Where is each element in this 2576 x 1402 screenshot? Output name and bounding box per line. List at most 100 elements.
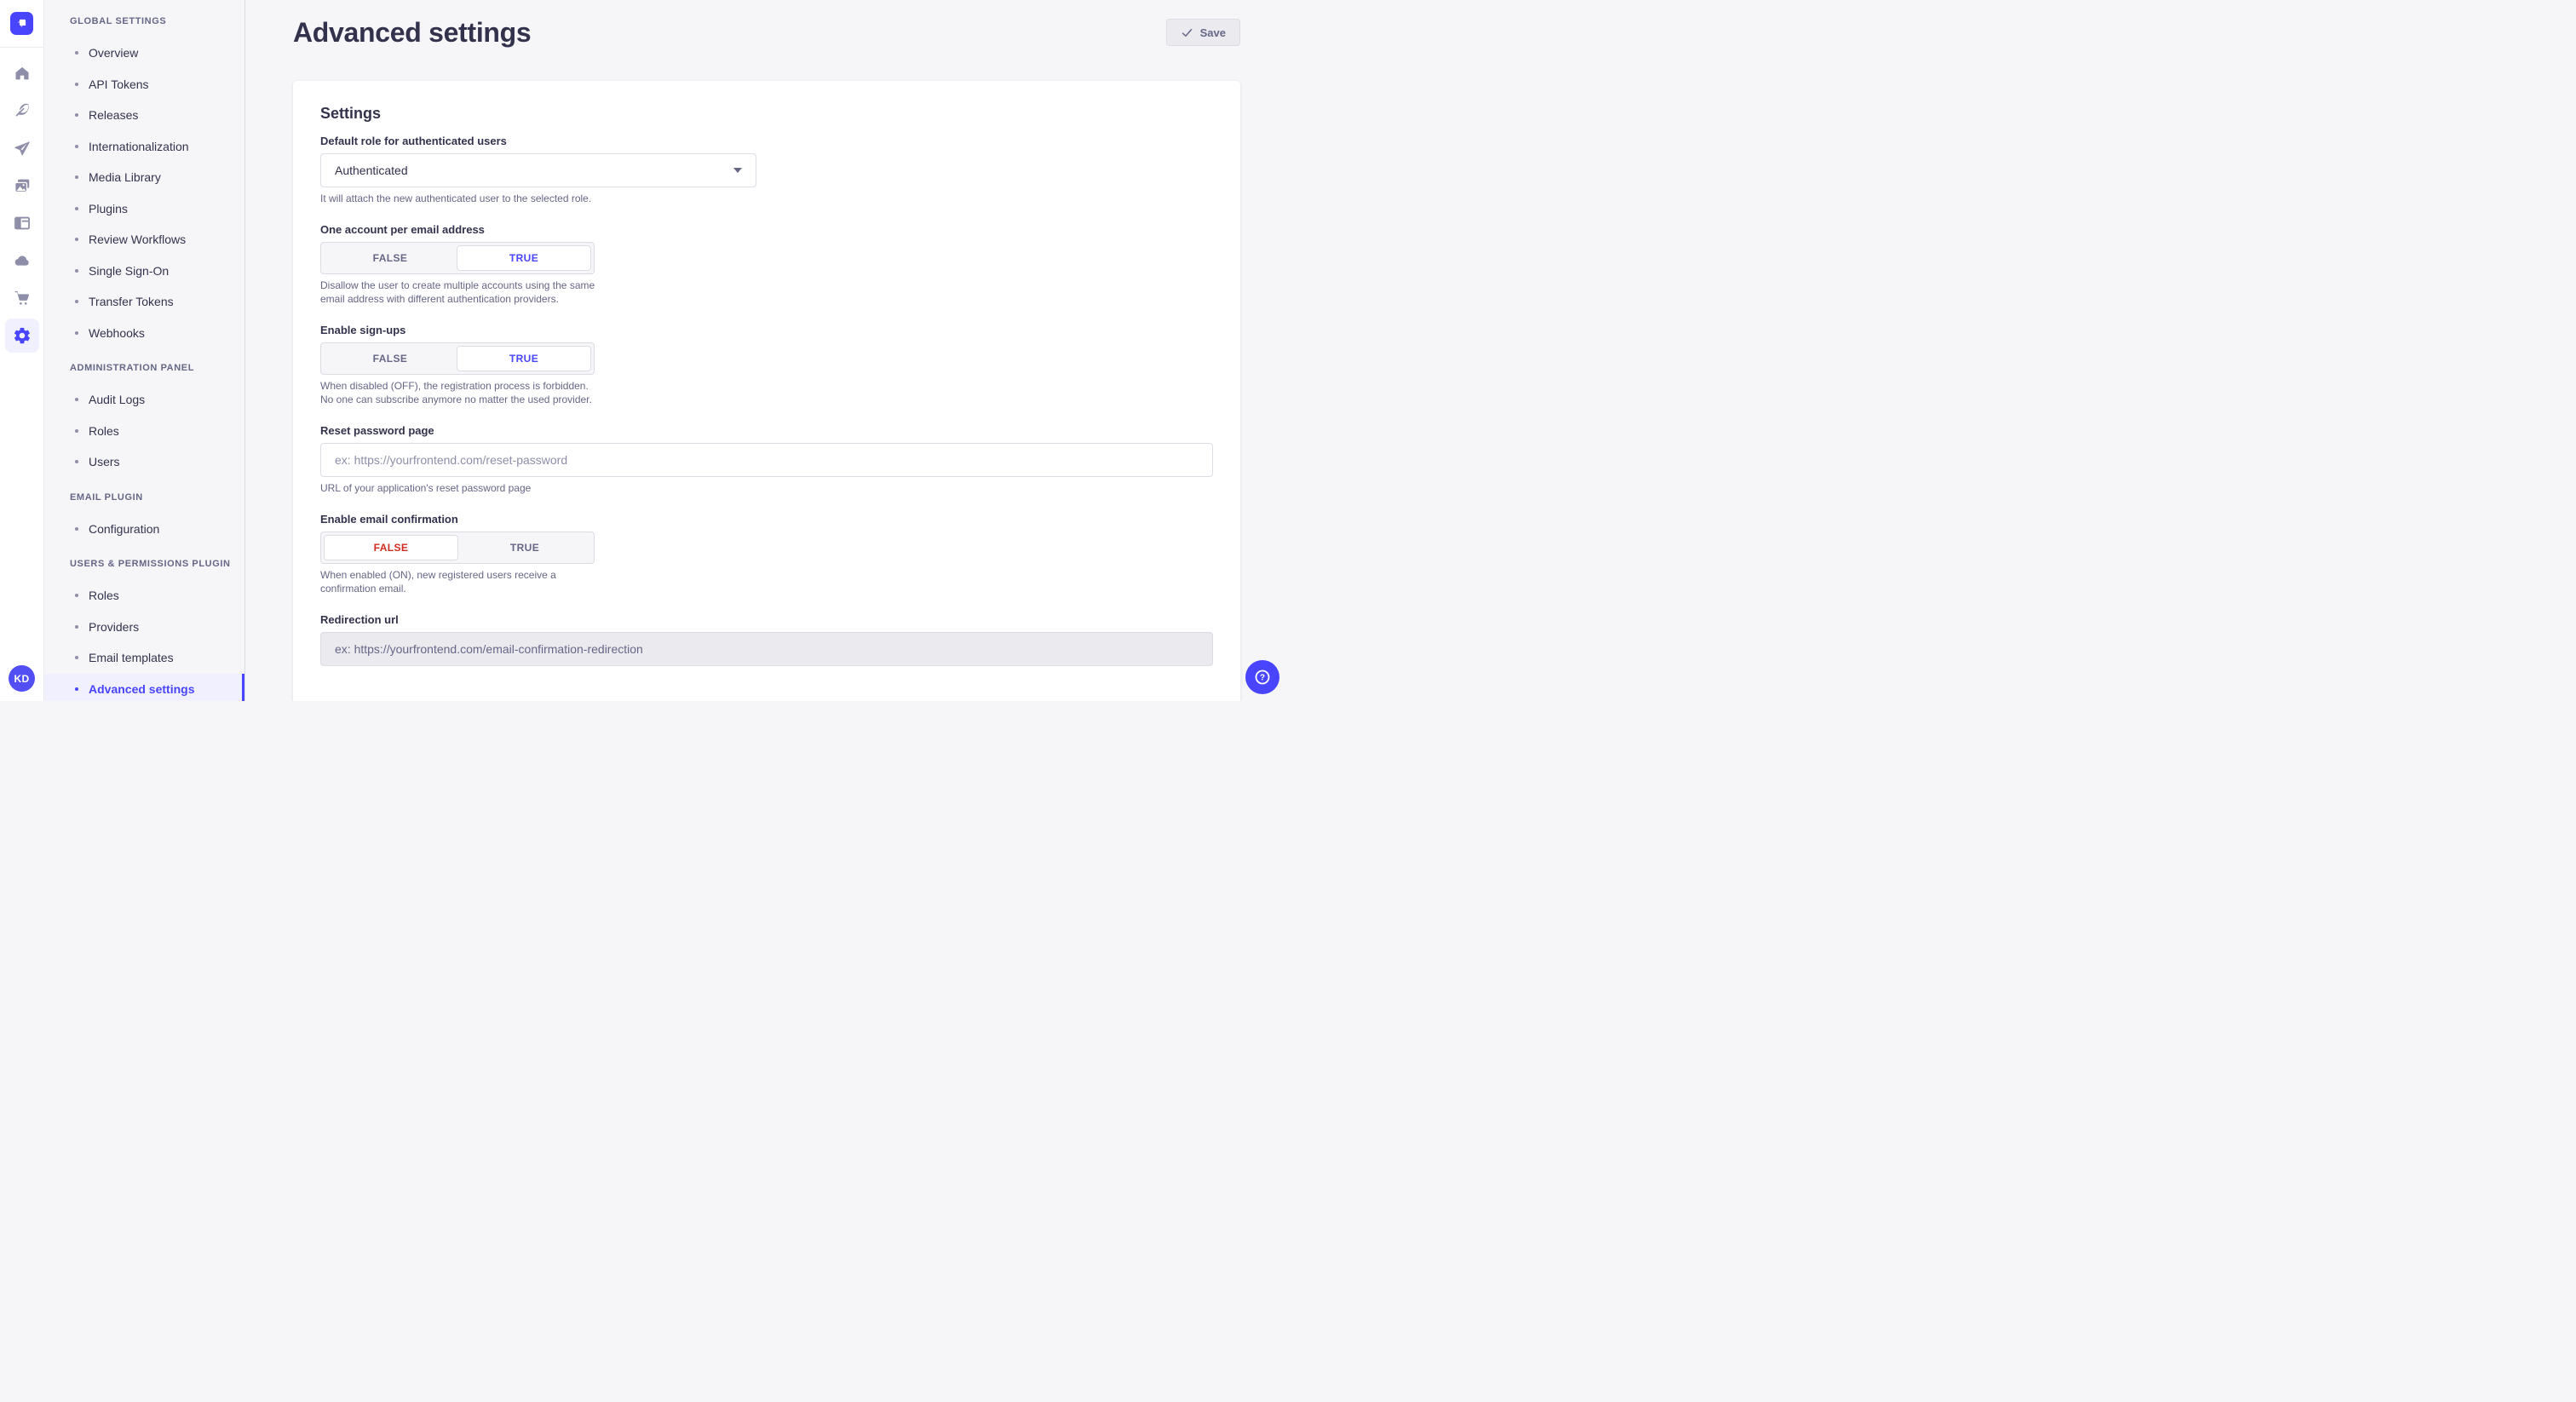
user-avatar[interactable]: KD — [9, 665, 35, 692]
sidebar-item-configuration[interactable]: Configuration — [44, 514, 244, 545]
field-redirection-url: Redirection url — [320, 613, 1213, 666]
default-role-select[interactable]: Authenticated — [320, 153, 756, 187]
settings-heading: Settings — [320, 105, 1213, 123]
rail-icon-list — [0, 48, 43, 353]
bullet-icon — [75, 460, 78, 463]
save-button-label: Save — [1200, 26, 1226, 39]
sidebar-item-label: Review Workflows — [89, 233, 186, 246]
sidebar-item-label: Email templates — [89, 651, 174, 664]
sidebar-item-label: Users — [89, 455, 120, 468]
sidebar-item-releases[interactable]: Releases — [44, 100, 244, 131]
sidebar-item-label: API Tokens — [89, 78, 149, 91]
home-icon[interactable] — [5, 56, 39, 90]
sidebar-item-label: Plugins — [89, 202, 128, 215]
chevron-down-icon — [733, 168, 742, 173]
bullet-icon — [75, 238, 78, 241]
save-button[interactable]: Save — [1166, 19, 1240, 46]
sidebar-section: USERS & PERMISSIONS PLUGINRolesProviders… — [44, 554, 244, 701]
sidebar-item-label: Configuration — [89, 522, 159, 536]
sidebar-item-roles[interactable]: Roles — [44, 580, 244, 612]
check-icon — [1181, 26, 1193, 39]
field-one-account: One account per email address FALSE TRUE… — [320, 223, 1213, 306]
sidebar-section-label: ADMINISTRATION PANEL — [44, 359, 244, 377]
sidebar-item-label: Webhooks — [89, 326, 145, 340]
bullet-icon — [75, 207, 78, 210]
settings-sidebar: GLOBAL SETTINGS Overview API Tokens Release… — [44, 0, 245, 701]
sidebar-item-users[interactable]: Users — [44, 446, 244, 478]
default-role-value: Authenticated — [335, 164, 408, 177]
sidebar-item-label: Advanced settings — [89, 682, 194, 696]
sidebar-item-label: Providers — [89, 620, 139, 634]
svg-text:?: ? — [1260, 674, 1265, 683]
one-account-helper: Disallow the user to create multiple acc… — [320, 279, 603, 306]
reset-password-helper: URL of your application's reset password… — [320, 481, 1213, 495]
email-confirmation-true-option[interactable]: TRUE — [458, 535, 591, 560]
strapi-flag-icon — [14, 16, 29, 31]
bullet-icon — [75, 269, 78, 273]
feather-icon[interactable] — [5, 94, 39, 128]
sidebar-item-label: Overview — [89, 46, 138, 60]
paper-plane-icon[interactable] — [5, 131, 39, 165]
reset-password-label: Reset password page — [320, 424, 1213, 437]
sidebar-item-review-workflows[interactable]: Review Workflows — [44, 224, 244, 256]
reset-password-input[interactable] — [320, 443, 1213, 477]
one-account-false-option[interactable]: FALSE — [324, 245, 457, 271]
default-role-label: Default role for authenticated users — [320, 135, 1213, 147]
sidebar-section-label: GLOBAL SETTINGS — [44, 12, 244, 31]
sidebar-item-audit-logs[interactable]: Audit Logs — [44, 384, 244, 416]
logo-block — [0, 0, 43, 48]
sidebar-section: GLOBAL SETTINGS Overview API Tokens Release… — [44, 12, 244, 348]
sidebar-item-transfer-tokens[interactable]: Transfer Tokens — [44, 286, 244, 318]
redirection-url-input[interactable] — [320, 632, 1213, 666]
sidebar-item-providers[interactable]: Providers — [44, 612, 244, 643]
page-header: Advanced settings Save — [293, 0, 1240, 65]
sidebar-section: EMAIL PLUGINConfiguration — [44, 488, 244, 545]
bullet-icon — [75, 687, 78, 691]
bullet-icon — [75, 429, 78, 433]
sidebar-item-label: Roles — [89, 424, 119, 438]
sidebar-item-email-templates[interactable]: Email templates — [44, 642, 244, 674]
bullet-icon — [75, 656, 78, 659]
bullet-icon — [75, 83, 78, 86]
field-enable-signups: Enable sign-ups FALSE TRUE When disabled… — [320, 324, 1213, 406]
email-confirmation-label: Enable email confirmation — [320, 513, 1213, 526]
sidebar-item-media-library[interactable]: Media Library — [44, 162, 244, 193]
bullet-icon — [75, 527, 78, 531]
cart-icon[interactable] — [5, 281, 39, 315]
email-confirmation-false-option[interactable]: FALSE — [324, 535, 458, 560]
sidebar-item-overview[interactable]: Overview — [44, 37, 244, 69]
sidebar-item-webhooks[interactable]: Webhooks — [44, 318, 244, 349]
sidebar-item-advanced-settings[interactable]: Advanced settings — [44, 674, 244, 702]
one-account-toggle: FALSE TRUE — [320, 242, 595, 274]
cloud-icon[interactable] — [5, 244, 39, 278]
enable-signups-true-option[interactable]: TRUE — [457, 346, 591, 371]
bullet-icon — [75, 398, 78, 401]
one-account-true-option[interactable]: TRUE — [457, 245, 591, 271]
sidebar-item-label: Audit Logs — [89, 393, 145, 406]
page-title: Advanced settings — [293, 17, 531, 49]
sidebar-item-single-sign-on[interactable]: Single Sign-On — [44, 256, 244, 287]
gear-icon[interactable] — [5, 319, 39, 353]
bullet-icon — [75, 175, 78, 179]
layout-icon[interactable] — [5, 206, 39, 240]
bullet-icon — [75, 51, 78, 55]
email-confirmation-helper: When enabled (ON), new registered users … — [320, 568, 603, 595]
media-library-icon[interactable] — [5, 169, 39, 203]
strapi-logo[interactable] — [10, 12, 33, 35]
sidebar-item-plugins[interactable]: Plugins — [44, 193, 244, 225]
main-content: Advanced settings Save Settings Default … — [245, 0, 1288, 701]
field-default-role: Default role for authenticated users Aut… — [320, 135, 1213, 205]
sidebar-item-api-tokens[interactable]: API Tokens — [44, 69, 244, 101]
enable-signups-helper: When disabled (OFF), the registration pr… — [320, 379, 603, 406]
sidebar-item-internationalization[interactable]: Internationalization — [44, 131, 244, 163]
bullet-icon — [75, 300, 78, 303]
sidebar-item-roles[interactable]: Roles — [44, 416, 244, 447]
enable-signups-false-option[interactable]: FALSE — [324, 346, 457, 371]
default-role-helper: It will attach the new authenticated use… — [320, 192, 1213, 205]
help-button[interactable]: ? — [1245, 660, 1279, 694]
sidebar-item-label: Internationalization — [89, 140, 189, 153]
enable-signups-label: Enable sign-ups — [320, 324, 1213, 336]
icon-rail: KD — [0, 0, 44, 701]
field-reset-password: Reset password page URL of your applicat… — [320, 424, 1213, 495]
field-email-confirmation: Enable email confirmation FALSE TRUE Whe… — [320, 513, 1213, 595]
